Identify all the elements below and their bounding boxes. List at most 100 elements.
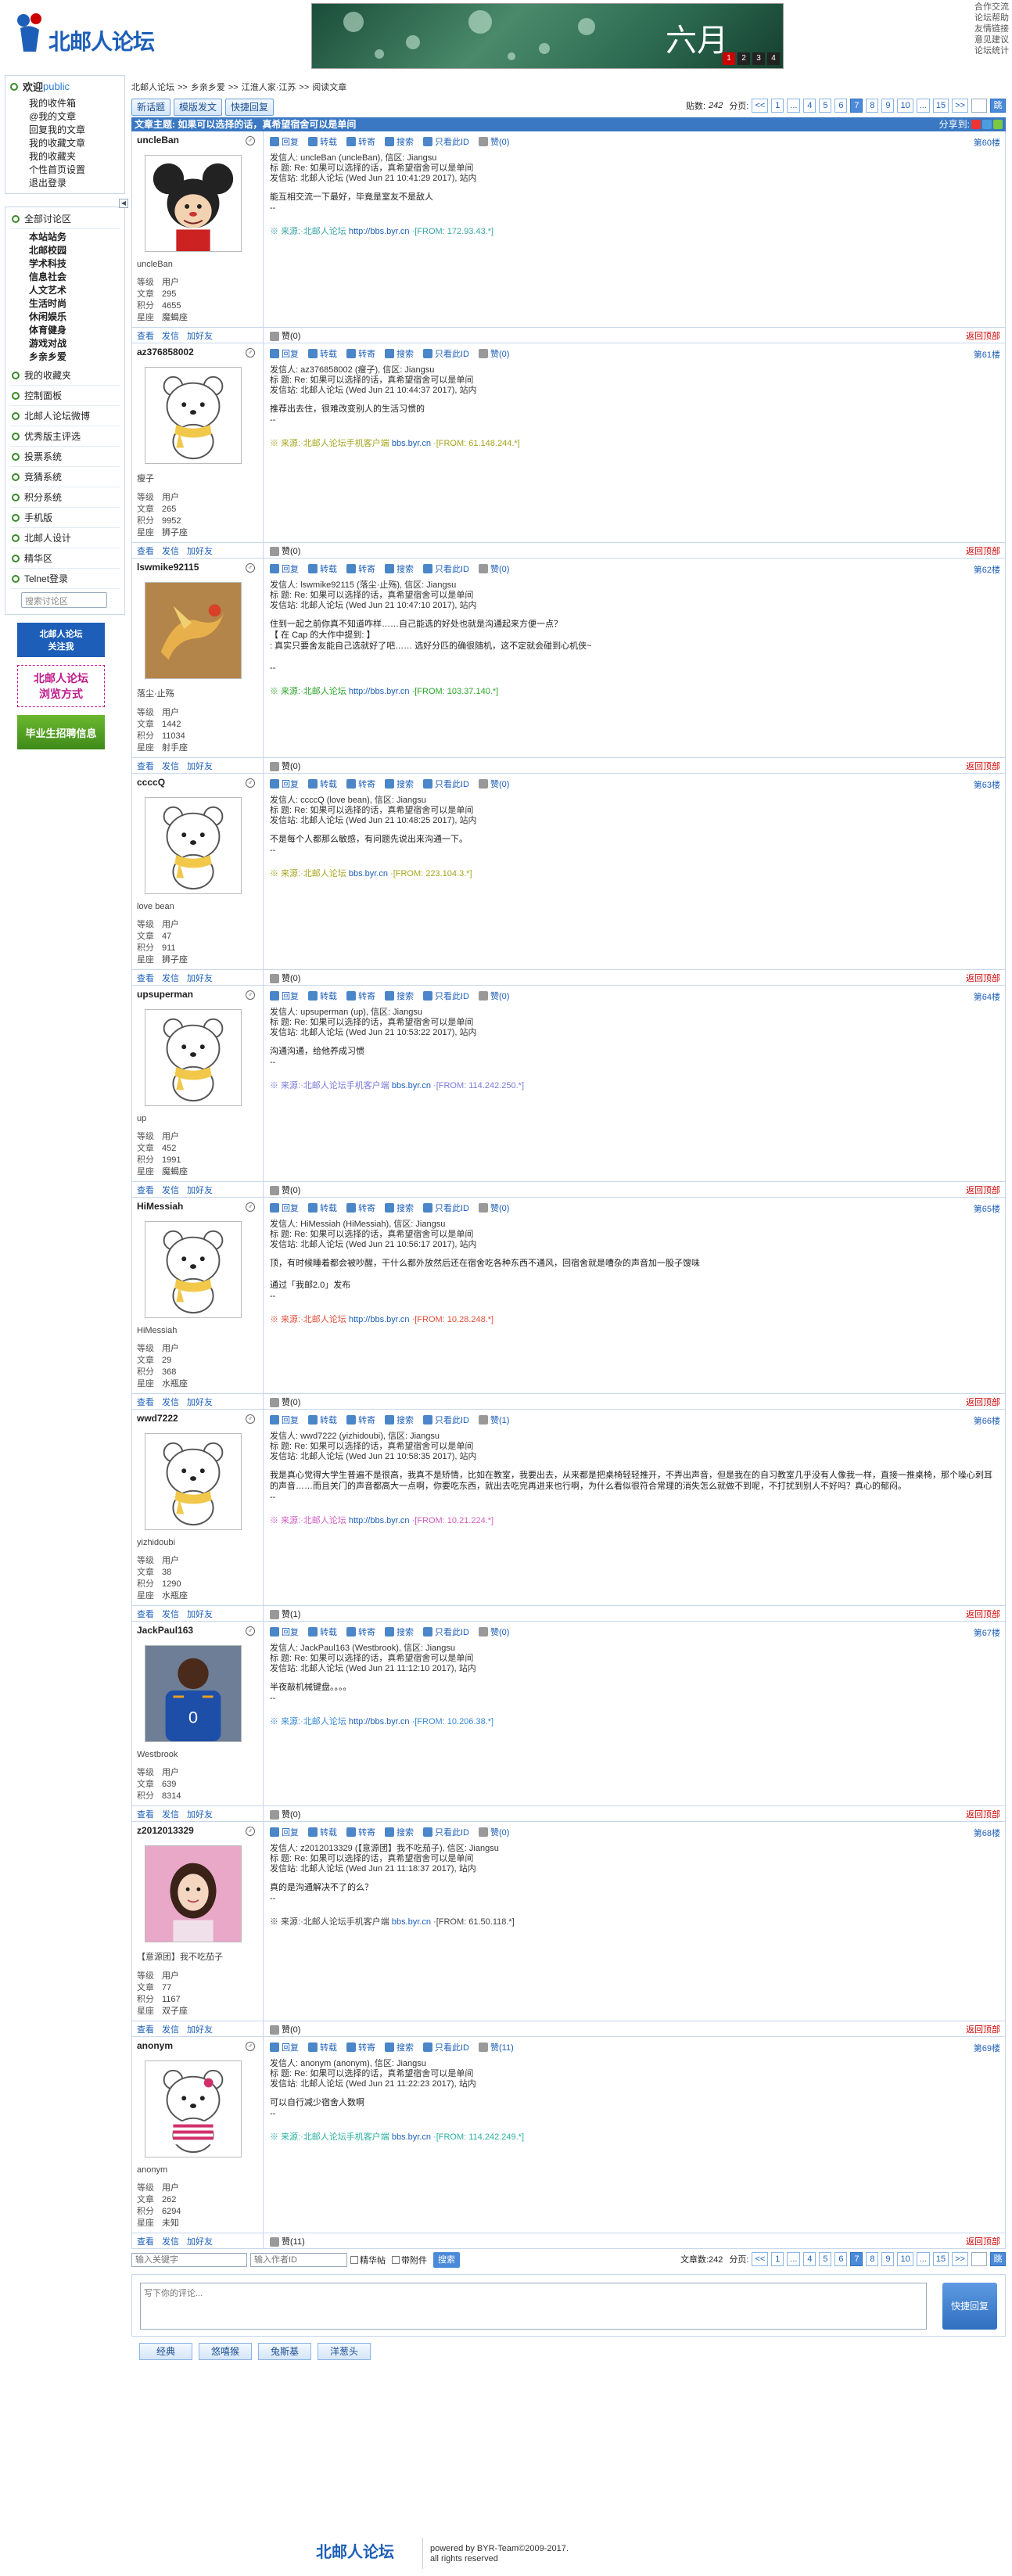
view-button[interactable]: 查看: [137, 760, 154, 772]
reply-button[interactable]: 回复: [270, 562, 299, 575]
section-vote-system[interactable]: 投票系统: [10, 447, 120, 467]
author-id[interactable]: uncleBan: [137, 135, 258, 147]
menu-fav-articles[interactable]: 我的收藏文章: [29, 137, 120, 150]
forward-button[interactable]: 转寄: [346, 562, 375, 575]
page-number-input[interactable]: [971, 99, 987, 113]
source-link[interactable]: http://bbs.byr.cn: [349, 227, 410, 236]
page-link[interactable]: >>: [952, 99, 968, 113]
link-help[interactable]: 论坛帮助: [968, 13, 1009, 23]
link-cooperation[interactable]: 合作交流: [968, 2, 1009, 13]
repost-button[interactable]: 转载: [308, 2041, 337, 2053]
banner-page-3[interactable]: 3: [752, 52, 765, 65]
like-button[interactable]: 赞(0): [479, 347, 509, 360]
only-author-button[interactable]: 只看此ID: [423, 135, 469, 148]
back-to-top-link[interactable]: 返回顶部: [966, 544, 1000, 557]
avatar[interactable]: [145, 1221, 242, 1318]
add-friend-button[interactable]: 加好友: [187, 760, 213, 772]
menu-home-settings[interactable]: 个性首页设置: [29, 163, 120, 177]
page-link[interactable]: 10: [897, 2252, 913, 2266]
menu-inbox[interactable]: 我的收件箱: [29, 97, 120, 110]
reply-button[interactable]: 回复: [270, 990, 299, 1002]
back-to-top-link[interactable]: 返回顶部: [966, 2235, 1000, 2247]
avatar[interactable]: [145, 797, 242, 894]
forward-button[interactable]: 转寄: [346, 1202, 375, 1214]
message-button[interactable]: 发信: [162, 1808, 179, 1820]
page-link[interactable]: 4: [803, 99, 816, 113]
ad-job-info[interactable]: 毕业生招聘信息: [17, 715, 105, 749]
source-link[interactable]: bbs.byr.cn: [349, 869, 388, 878]
view-button[interactable]: 查看: [137, 329, 154, 342]
page-link[interactable]: 1: [771, 2252, 784, 2266]
view-button[interactable]: 查看: [137, 2023, 154, 2035]
author-id[interactable]: lswmike92115: [137, 562, 258, 574]
page-link[interactable]: 4: [803, 2252, 816, 2266]
add-friend-button[interactable]: 加好友: [187, 1184, 213, 1196]
message-button[interactable]: 发信: [162, 972, 179, 984]
board-item[interactable]: 学术科技: [29, 257, 120, 271]
message-button[interactable]: 发信: [162, 544, 179, 557]
source-link[interactable]: http://bbs.byr.cn: [349, 687, 410, 696]
section-weibo[interactable]: 北邮人论坛微博: [10, 406, 120, 426]
footer-like-button[interactable]: 赞(11): [270, 2235, 305, 2247]
section-guess-system[interactable]: 竞猜系统: [10, 467, 120, 487]
keyword-input[interactable]: [131, 2253, 247, 2267]
avatar[interactable]: [145, 2060, 242, 2157]
avatar[interactable]: [145, 1433, 242, 1530]
add-friend-button[interactable]: 加好友: [187, 2235, 213, 2247]
only-author-button[interactable]: 只看此ID: [423, 562, 469, 575]
crumb-section[interactable]: 乡亲乡爱: [191, 83, 225, 92]
page-link[interactable]: <<: [752, 99, 769, 113]
message-button[interactable]: 发信: [162, 1184, 179, 1196]
reply-button[interactable]: 回复: [270, 1202, 299, 1214]
reply-button[interactable]: 回复: [270, 778, 299, 790]
link-stats[interactable]: 论坛统计: [968, 45, 1009, 56]
back-to-top-link[interactable]: 返回顶部: [966, 972, 1000, 984]
forward-button[interactable]: 转寄: [346, 990, 375, 1002]
page-link[interactable]: 8: [866, 99, 879, 113]
author-id[interactable]: JackPaul163: [137, 1625, 258, 1637]
page-link[interactable]: 15: [932, 2252, 949, 2266]
like-button[interactable]: 赞(0): [479, 135, 509, 148]
only-author-button[interactable]: 只看此ID: [423, 1626, 469, 1638]
like-button[interactable]: 赞(0): [479, 1626, 509, 1638]
message-button[interactable]: 发信: [162, 2023, 179, 2035]
avatar[interactable]: [145, 1009, 242, 1106]
search-button[interactable]: 搜索: [385, 990, 414, 1002]
quick-reply-button[interactable]: 快捷回复: [225, 99, 275, 116]
source-link[interactable]: http://bbs.byr.cn: [349, 1717, 410, 1726]
back-to-top-link[interactable]: 返回顶部: [966, 1808, 1000, 1820]
section-score-system[interactable]: 积分系统: [10, 487, 120, 508]
avatar[interactable]: [145, 155, 242, 252]
page-number-input[interactable]: [971, 2252, 987, 2266]
page-link[interactable]: 6: [834, 99, 848, 113]
search-button[interactable]: 搜索: [385, 778, 414, 790]
like-button[interactable]: 赞(0): [479, 1202, 509, 1214]
floor-number[interactable]: 第65楼: [974, 1202, 1000, 1215]
menu-logout[interactable]: 退出登录: [29, 177, 120, 190]
board-item[interactable]: 本站站务: [29, 231, 120, 244]
like-button[interactable]: 赞(0): [479, 1826, 509, 1838]
reply-button[interactable]: 回复: [270, 135, 299, 148]
back-to-top-link[interactable]: 返回顶部: [966, 760, 1000, 772]
source-link[interactable]: bbs.byr.cn: [392, 1917, 431, 1927]
author-input[interactable]: [250, 2253, 347, 2267]
ad-browse-mode[interactable]: 北邮人论坛 浏览方式: [17, 665, 105, 707]
add-friend-button[interactable]: 加好友: [187, 544, 213, 557]
footer-like-button[interactable]: 赞(0): [270, 2023, 300, 2035]
source-link[interactable]: bbs.byr.cn: [392, 1081, 431, 1090]
section-design[interactable]: 北邮人设计: [10, 528, 120, 548]
go-page-button[interactable]: 跳: [990, 2252, 1006, 2266]
footer-like-button[interactable]: 赞(1): [270, 1608, 300, 1620]
source-link[interactable]: bbs.byr.cn: [392, 2132, 431, 2142]
board-item[interactable]: 北邮校园: [29, 244, 120, 257]
avatar[interactable]: [145, 582, 242, 679]
section-favorites[interactable]: 我的收藏夹: [10, 365, 120, 386]
forward-button[interactable]: 转寄: [346, 1826, 375, 1838]
board-item[interactable]: 乡亲乡爱: [29, 350, 120, 364]
view-button[interactable]: 查看: [137, 1808, 154, 1820]
floor-number[interactable]: 第67楼: [974, 1626, 1000, 1639]
search-button[interactable]: 搜索: [433, 2252, 460, 2268]
back-to-top-link[interactable]: 返回顶部: [966, 1396, 1000, 1408]
footer-like-button[interactable]: 赞(0): [270, 972, 300, 984]
page-link[interactable]: 9: [881, 2252, 895, 2266]
